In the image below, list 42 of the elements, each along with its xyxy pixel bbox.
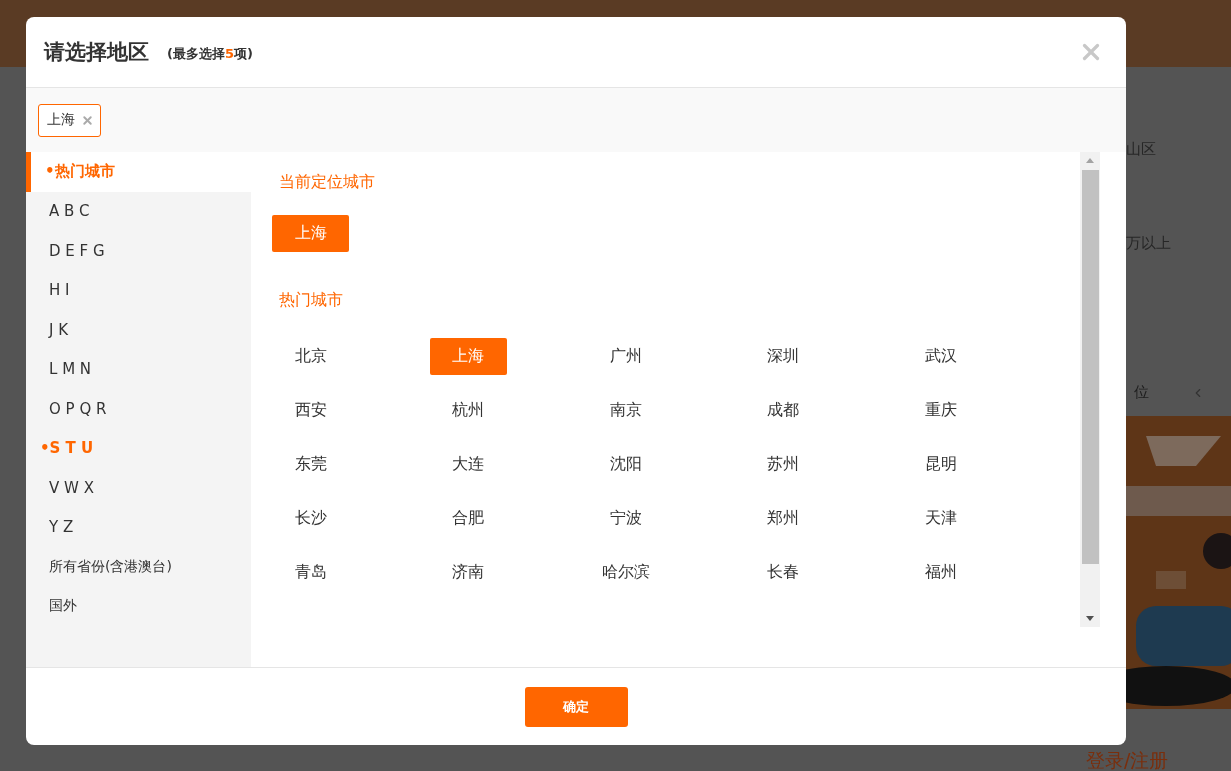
city-button[interactable]: 成都 <box>744 392 822 429</box>
city-button[interactable]: 沈阳 <box>587 446 664 483</box>
city-button[interactable]: 天津 <box>902 500 979 537</box>
city-button[interactable]: 广州 <box>587 338 664 375</box>
sidebar-item[interactable]: H I <box>26 270 251 310</box>
sidebar-item[interactable]: L M N <box>26 349 251 389</box>
city-button[interactable]: 深圳 <box>744 338 822 375</box>
city-button[interactable]: 宁波 <box>587 500 664 537</box>
city-button[interactable]: 武汉 <box>902 338 979 375</box>
scrollbar[interactable] <box>1080 152 1100 627</box>
city-button[interactable]: 哈尔滨 <box>587 554 664 591</box>
city-button[interactable]: 杭州 <box>429 392 507 429</box>
city-button[interactable]: 合肥 <box>429 500 507 537</box>
sidebar-item[interactable]: J K <box>26 310 251 350</box>
city-button[interactable]: 青岛 <box>272 554 349 591</box>
city-button[interactable]: 长沙 <box>272 500 349 537</box>
sidebar-item[interactable]: V W X <box>26 468 251 508</box>
city-button[interactable]: 西安 <box>272 392 349 429</box>
sidebar-item[interactable]: Y Z <box>26 507 251 547</box>
city-button[interactable]: 东莞 <box>272 446 349 483</box>
tag-label: 上海 <box>47 111 75 129</box>
sidebar-item[interactable]: A B C <box>26 191 251 231</box>
city-button[interactable]: 大连 <box>429 446 507 483</box>
city-button[interactable]: 苏州 <box>744 446 822 483</box>
city-button[interactable]: 昆明 <box>902 446 979 483</box>
city-button[interactable]: 重庆 <box>902 392 979 429</box>
city-button[interactable]: 南京 <box>587 392 664 429</box>
sidebar-item[interactable]: 国外 <box>26 586 251 626</box>
city-button[interactable]: 长春 <box>744 554 822 591</box>
section-heading: 当前定位城市 <box>279 172 376 193</box>
city-button[interactable]: 郑州 <box>744 500 822 537</box>
section-heading: 热门城市 <box>279 290 344 311</box>
sidebar-item[interactable]: O P Q R <box>26 389 251 429</box>
dialog-title: 请选择地区 <box>44 39 149 66</box>
city-button[interactable]: 福州 <box>902 554 979 591</box>
city-button[interactable]: 北京 <box>272 338 349 375</box>
city-button[interactable]: 济南 <box>429 554 507 591</box>
selection-hint: (最多选择5项) <box>167 45 253 63</box>
sidebar-item[interactable]: 所有省份(含港澳台) <box>26 547 251 587</box>
scroll-thumb[interactable] <box>1081 170 1099 564</box>
remove-icon[interactable] <box>81 113 94 127</box>
sidebar-item[interactable]: D E F G <box>26 231 251 271</box>
